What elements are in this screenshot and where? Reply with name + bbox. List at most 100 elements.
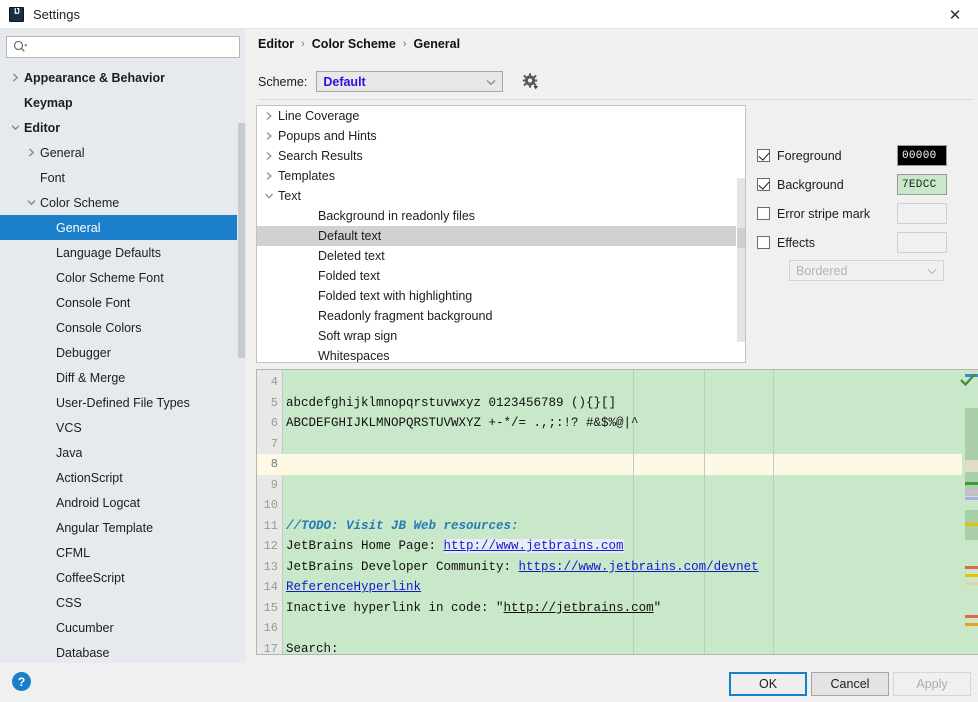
color-attributes-list[interactable]: Line Coverage Popups and Hints Search Resu… xyxy=(256,105,746,363)
effects-checkbox[interactable] xyxy=(757,236,770,249)
sidebar-item-general[interactable]: General xyxy=(0,215,246,240)
error-stripe-mark[interactable] xyxy=(965,574,978,577)
sidebar-scrollbar-thumb[interactable] xyxy=(238,123,245,358)
error-stripe-mark[interactable] xyxy=(965,490,978,493)
preview-error-stripe[interactable] xyxy=(960,370,978,654)
preview-line: 9 xyxy=(257,475,978,496)
line-number: 8 xyxy=(270,457,278,472)
code-segment[interactable]: https://www.jetbrains.com/devnet xyxy=(519,560,759,574)
sidebar-item-general[interactable]: General xyxy=(0,140,246,165)
attributes-scrollbar[interactable] xyxy=(736,106,745,362)
sidebar-item-console-font[interactable]: Console Font xyxy=(0,290,246,315)
color-scheme-preview[interactable]: 4 5 abcdefghijklmnopqrstuvwxyz 0123456789 … xyxy=(256,369,978,655)
attribute-row[interactable]: Popups and Hints xyxy=(257,126,745,146)
attribute-row[interactable]: Readonly fragment background xyxy=(257,306,745,326)
breadcrumb-part[interactable]: General xyxy=(414,37,461,51)
foreground-color-swatch[interactable]: 00000 xyxy=(897,145,947,166)
error-stripe-mark[interactable] xyxy=(965,615,978,618)
attribute-row[interactable]: Folded text xyxy=(257,266,745,286)
line-number: 7 xyxy=(270,436,278,451)
sidebar-item-font[interactable]: Font xyxy=(0,165,246,190)
attribute-row[interactable]: Whitespaces xyxy=(257,346,745,362)
breadcrumb-part[interactable]: Editor xyxy=(258,37,294,51)
background-checkbox[interactable] xyxy=(757,178,770,191)
attribute-label: Readonly fragment background xyxy=(318,309,493,323)
error-stripe-option[interactable]: Error stripe mark xyxy=(757,207,897,221)
error-stripe-mark[interactable] xyxy=(965,623,978,626)
effects-option[interactable]: Effects xyxy=(757,236,897,250)
attribute-row[interactable]: Folded text with highlighting xyxy=(257,286,745,306)
chevron-right-icon[interactable] xyxy=(26,147,37,158)
sidebar-item-editor[interactable]: Editor xyxy=(0,115,246,140)
error-stripe-mark[interactable] xyxy=(965,482,978,485)
foreground-checkbox[interactable] xyxy=(757,149,770,162)
apply-button[interactable]: Apply xyxy=(893,672,971,696)
sidebar-item-css[interactable]: CSS xyxy=(0,590,246,615)
breadcrumb-part[interactable]: Color Scheme xyxy=(312,37,396,51)
chevron-right-icon[interactable] xyxy=(263,150,275,162)
chevron-down-icon[interactable] xyxy=(10,122,21,133)
chevron-right-icon[interactable] xyxy=(263,130,275,142)
search-input[interactable] xyxy=(30,38,220,56)
line-number: 11 xyxy=(263,518,278,533)
attribute-row[interactable]: Deleted text xyxy=(257,246,745,266)
error-stripe-mark[interactable] xyxy=(965,582,978,585)
checkmark-icon[interactable] xyxy=(960,373,976,387)
background-option[interactable]: Background xyxy=(757,178,897,192)
sidebar-item-debugger[interactable]: Debugger xyxy=(0,340,246,365)
sidebar-item-appearance-behavior[interactable]: Appearance & Behavior xyxy=(0,65,246,90)
attribute-row[interactable]: Background in readonly files xyxy=(257,206,745,226)
error-stripe-color-swatch[interactable] xyxy=(897,203,947,224)
code-segment[interactable]: http://www.jetbrains.com xyxy=(443,539,624,554)
search-box[interactable] xyxy=(6,36,240,58)
attribute-row[interactable]: Default text xyxy=(257,226,745,246)
gear-icon[interactable] xyxy=(520,72,540,92)
background-color-swatch[interactable]: 7EDCC xyxy=(897,174,947,195)
sidebar-item-language-defaults[interactable]: Language Defaults xyxy=(0,240,246,265)
sidebar-item-java[interactable]: Java xyxy=(0,440,246,465)
sidebar-item-diff-merge[interactable]: Diff & Merge xyxy=(0,365,246,390)
line-code: ABCDEFGHIJKLMNOPQRSTUVWXYZ +-*/= .,;:!? … xyxy=(286,416,639,430)
attribute-row[interactable]: Line Coverage xyxy=(257,106,745,126)
sidebar-item-cfml[interactable]: CFML xyxy=(0,540,246,565)
error-stripe-checkbox[interactable] xyxy=(757,207,770,220)
chevron-right-icon[interactable] xyxy=(263,170,275,182)
error-stripe-mark[interactable] xyxy=(965,523,978,526)
error-stripe-mark[interactable] xyxy=(965,497,978,500)
effects-color-swatch[interactable] xyxy=(897,232,947,253)
sidebar-item-angular-template[interactable]: Angular Template xyxy=(0,515,246,540)
sidebar-item-actionscript[interactable]: ActionScript xyxy=(0,465,246,490)
line-number: 14 xyxy=(263,580,278,595)
sidebar-item-coffeescript[interactable]: CoffeeScript xyxy=(0,565,246,590)
sidebar-item-keymap[interactable]: Keymap xyxy=(0,90,246,115)
attribute-label: Deleted text xyxy=(318,249,385,263)
sidebar-item-vcs[interactable]: VCS xyxy=(0,415,246,440)
foreground-option[interactable]: Foreground xyxy=(757,149,897,163)
attribute-row[interactable]: Templates xyxy=(257,166,745,186)
cancel-button[interactable]: Cancel xyxy=(811,672,889,696)
error-stripe-mark[interactable] xyxy=(965,566,978,569)
attribute-row[interactable]: Text xyxy=(257,186,745,206)
close-icon[interactable]: ✕ xyxy=(932,0,978,29)
sidebar-item-color-scheme-font[interactable]: Color Scheme Font xyxy=(0,265,246,290)
scheme-select[interactable]: Default xyxy=(316,71,504,92)
chevron-right-icon[interactable] xyxy=(10,72,21,83)
ok-button[interactable]: OK xyxy=(729,672,807,696)
effect-type-select[interactable]: Bordered xyxy=(789,260,944,281)
attribute-row[interactable]: Search Results xyxy=(257,146,745,166)
code-segment[interactable]: ReferenceHyperlink xyxy=(286,580,421,594)
sidebar-item-android-logcat[interactable]: Android Logcat xyxy=(0,490,246,515)
attribute-row[interactable]: Soft wrap sign xyxy=(257,326,745,346)
preview-line: 12 JetBrains Home Page: http://www.jetbra… xyxy=(257,536,978,557)
chevron-down-icon[interactable] xyxy=(263,190,275,202)
sidebar-item-cucumber[interactable]: Cucumber xyxy=(0,615,246,640)
sidebar-scrollbar[interactable] xyxy=(237,89,246,663)
sidebar-item-console-colors[interactable]: Console Colors xyxy=(0,315,246,340)
sidebar-item-user-defined-file-types[interactable]: User-Defined File Types xyxy=(0,390,246,415)
sidebar-item-database[interactable]: Database xyxy=(0,640,246,665)
chevron-right-icon[interactable] xyxy=(263,110,275,122)
sidebar-item-color-scheme[interactable]: Color Scheme xyxy=(0,190,246,215)
chevron-down-icon[interactable] xyxy=(26,197,37,208)
attributes-scrollbar-thumb[interactable] xyxy=(737,178,745,342)
help-icon[interactable]: ? xyxy=(12,672,31,691)
